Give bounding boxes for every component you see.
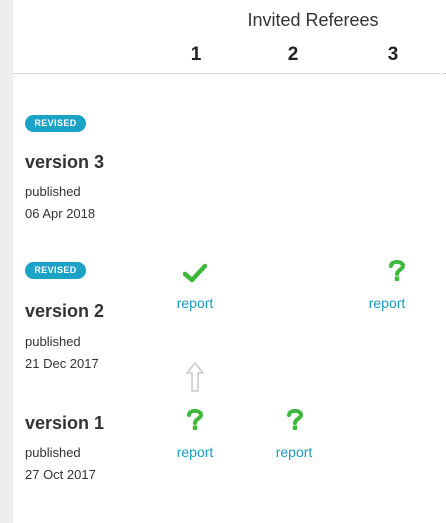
question-icon[interactable]: [283, 408, 307, 430]
revised-badge: REVISED: [25, 262, 86, 279]
referee-column-3: 3: [387, 44, 399, 65]
version-2-published-label: published: [25, 334, 81, 349]
version-2-title: version 2: [25, 301, 105, 321]
invited-referees-heading: Invited Referees: [247, 10, 379, 30]
referee-column-1: 1: [190, 44, 202, 65]
report-link-v1-referee-2[interactable]: report: [259, 444, 329, 460]
version-3-title: version 3: [25, 152, 105, 172]
version-3-published-label: published: [25, 184, 81, 199]
report-link-v2-referee-3[interactable]: report: [352, 295, 422, 311]
report-link-v1-referee-1[interactable]: report: [160, 444, 230, 460]
header-divider: [13, 73, 446, 74]
question-icon[interactable]: [183, 408, 207, 430]
question-icon[interactable]: [385, 259, 409, 281]
report-link-v2-referee-1[interactable]: report: [160, 295, 230, 311]
revised-badge: REVISED: [25, 115, 86, 132]
up-arrow-icon: [186, 362, 204, 392]
version-1-title: version 1: [25, 413, 105, 433]
checkmark-icon[interactable]: [183, 262, 207, 284]
version-3-date: 06 Apr 2018: [25, 206, 96, 221]
version-2-date: 21 Dec 2017: [25, 356, 99, 371]
version-1-date: 27 Oct 2017: [25, 467, 96, 482]
left-border-bar: [0, 0, 13, 523]
referee-column-2: 2: [287, 44, 299, 65]
version-1-published-label: published: [25, 445, 81, 460]
